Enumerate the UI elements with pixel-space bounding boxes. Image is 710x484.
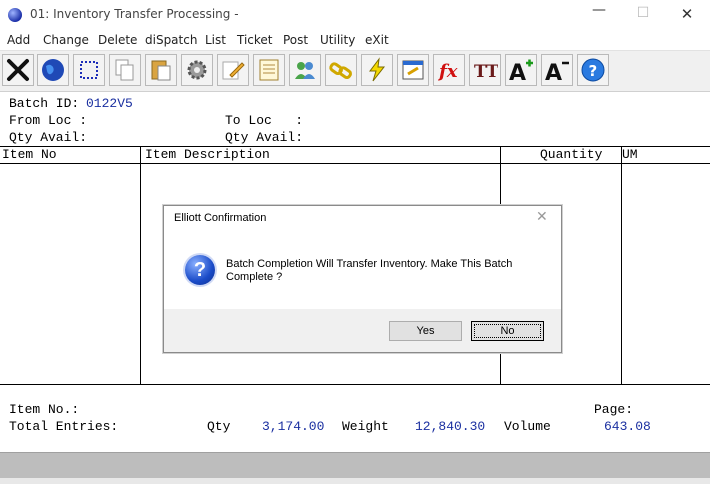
- svg-text:fx: fx: [437, 61, 458, 82]
- export-icon: [402, 60, 424, 80]
- toolbar: fx TT A A ?: [0, 50, 710, 92]
- qty-label: Qty: [207, 419, 231, 434]
- svg-text:A: A: [545, 61, 562, 83]
- formula-icon: fx: [437, 61, 458, 82]
- column-header-um[interactable]: UM: [622, 147, 638, 162]
- menu-delete[interactable]: Delete: [98, 33, 137, 47]
- to-loc-label: To Loc :: [225, 113, 304, 128]
- copy-button[interactable]: [109, 54, 141, 86]
- page-label: Page:: [594, 402, 634, 417]
- maximize-button[interactable]: ☐: [633, 5, 653, 23]
- font-increase-button[interactable]: A: [505, 54, 537, 86]
- volume-total-value: 643.08: [604, 419, 651, 434]
- font-decrease-icon: A: [545, 61, 569, 83]
- close-button[interactable]: ✕: [677, 5, 697, 23]
- svg-text:?: ?: [589, 62, 598, 80]
- delete-button[interactable]: [2, 54, 34, 86]
- link-button[interactable]: [325, 54, 357, 86]
- menu-list[interactable]: List: [205, 33, 226, 47]
- help-button[interactable]: ?: [577, 54, 609, 86]
- paste-icon: [151, 60, 171, 81]
- dialog-title: Elliott Confirmation: [174, 212, 267, 224]
- no-button[interactable]: No: [471, 321, 544, 341]
- menu-dispatch[interactable]: diSpatch: [145, 33, 197, 47]
- menu-post[interactable]: Post: [283, 33, 308, 47]
- select-icon: [80, 61, 98, 79]
- menu-change[interactable]: Change: [43, 33, 89, 47]
- grid-divider: [140, 146, 141, 384]
- dialog-message: Batch Completion Will Transfer Inventory…: [226, 258, 513, 283]
- qty-avail-left-label: Qty Avail:: [9, 130, 88, 145]
- bottom-edge: [0, 478, 710, 484]
- grid-bottom-line: [0, 384, 710, 385]
- font-increase-icon: A: [509, 59, 533, 83]
- font-size-button[interactable]: TT: [469, 54, 501, 86]
- settings-icon: [187, 60, 207, 80]
- edit-icon: [222, 61, 245, 80]
- batch-id-label: Batch ID:: [9, 96, 80, 111]
- confirmation-dialog: Elliott Confirmation ✕ ? Batch Completio…: [163, 205, 562, 353]
- svg-text:TT: TT: [474, 62, 498, 82]
- from-loc-label: From Loc :: [9, 113, 88, 128]
- status-bar: [0, 452, 710, 479]
- weight-label: Weight: [342, 419, 389, 434]
- lightning-button[interactable]: [361, 54, 393, 86]
- notes-button[interactable]: [253, 54, 285, 86]
- export-button[interactable]: [397, 54, 429, 86]
- lightning-icon: [369, 57, 386, 82]
- window-title: 01: Inventory Transfer Processing -: [30, 7, 239, 21]
- question-icon: ?: [185, 255, 215, 285]
- qty-avail-right-label: Qty Avail:: [225, 130, 304, 145]
- grid-header-line: [0, 163, 710, 164]
- settings-button[interactable]: [181, 54, 213, 86]
- dialog-button-area: Yes No: [164, 309, 561, 352]
- menu-exit[interactable]: eXit: [365, 33, 389, 47]
- app-icon: [8, 8, 22, 22]
- users-button[interactable]: [289, 54, 321, 86]
- users-icon: [295, 62, 315, 79]
- select-button[interactable]: [73, 54, 105, 86]
- title-bar: 01: Inventory Transfer Processing - — ☐ …: [0, 0, 710, 30]
- volume-label: Volume: [504, 419, 551, 434]
- grid-divider: [621, 146, 622, 384]
- batch-id-value[interactable]: 0122V5: [86, 96, 133, 111]
- notes-icon: [259, 59, 279, 81]
- paste-button[interactable]: [145, 54, 177, 86]
- globe-button[interactable]: [37, 54, 69, 86]
- qty-total-value: 3,174.00: [262, 419, 325, 434]
- weight-total-value: 12,840.30: [415, 419, 486, 434]
- column-header-item-no[interactable]: Item No: [2, 147, 57, 162]
- menu-ticket[interactable]: Ticket: [237, 33, 273, 47]
- menu-bar: Add Change Delete diSpatch List Ticket P…: [0, 30, 710, 50]
- delete-icon: [7, 59, 29, 81]
- menu-utility[interactable]: Utility: [320, 33, 355, 47]
- menu-add[interactable]: Add: [7, 33, 30, 47]
- help-icon: ?: [581, 58, 605, 82]
- yes-button[interactable]: Yes: [389, 321, 462, 341]
- column-header-quantity[interactable]: Quantity: [540, 147, 602, 162]
- link-icon: [329, 62, 352, 80]
- font-size-icon: TT: [474, 62, 498, 82]
- formula-button[interactable]: fx: [433, 54, 465, 86]
- item-no-label: Item No.:: [9, 402, 80, 417]
- column-header-item-description[interactable]: Item Description: [145, 147, 270, 162]
- minimize-button[interactable]: —: [589, 2, 609, 20]
- globe-icon: [42, 59, 64, 81]
- copy-icon: [115, 59, 134, 81]
- svg-text:A: A: [509, 61, 526, 83]
- dialog-close-button[interactable]: ✕: [536, 209, 548, 225]
- total-entries-label: Total Entries:: [9, 419, 119, 434]
- edit-button[interactable]: [217, 54, 249, 86]
- font-decrease-button[interactable]: A: [541, 54, 573, 86]
